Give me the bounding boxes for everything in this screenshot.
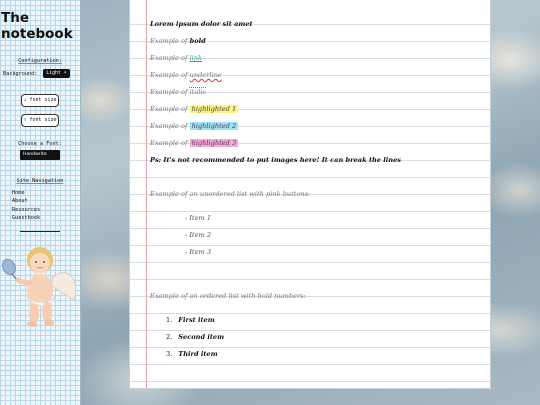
background-label: Background: — [3, 70, 38, 77]
list-number: 1. — [166, 316, 173, 324]
example-prefix: Example of — [150, 122, 188, 130]
unordered-list-heading: Example of an unordered list with pink b… — [150, 190, 311, 198]
ordered-list-item: 3. Third item — [166, 350, 218, 358]
example-bold-line: Example of bold — [150, 36, 206, 46]
notebook-margin-line — [146, 0, 147, 388]
notebook-page: Lorem ipsum dolor sit amet Example of bo… — [130, 0, 490, 388]
list-number: 2. — [166, 333, 173, 341]
nav-divider — [20, 231, 60, 232]
list-item: - Item 2 — [185, 231, 212, 239]
site-navigation-heading: Site Navigation — [16, 178, 64, 184]
example-prefix: Example of — [150, 139, 188, 147]
ordered-list-heading: Example of an ordered list with bold num… — [150, 292, 306, 300]
example-prefix: Example of — [150, 105, 188, 113]
underline-example: underline — [189, 71, 222, 79]
italic-example: italic — [189, 88, 207, 96]
nav-about-link[interactable]: About — [12, 197, 40, 205]
nav-home-link[interactable]: Home — [12, 189, 40, 197]
nav-guestbook-link[interactable]: Guestbook — [12, 214, 40, 222]
ordered-list-item: 2. Second item — [166, 333, 225, 341]
example-prefix: Example of — [150, 71, 188, 79]
background-toggle-button[interactable]: Light ☀ — [43, 69, 70, 78]
example-underline-line: Example of underline — [150, 70, 222, 80]
example-highlight2-line: Example of highlighted 2 — [150, 121, 239, 131]
ordered-list-item: 1. First item — [166, 316, 215, 324]
cherub-icon — [2, 247, 76, 327]
highlight-1-example: highlighted 1 — [189, 105, 239, 113]
list-item: - Item 1 — [185, 214, 212, 222]
example-prefix: Example of — [150, 88, 188, 96]
increase-font-button[interactable]: ↓ font size — [21, 94, 59, 107]
bold-example: bold — [189, 37, 206, 45]
site-title: The notebook — [1, 10, 73, 42]
example-highlight1-line: Example of highlighted 1 — [150, 104, 239, 114]
intro-text: Lorem ipsum dolor sit amet — [150, 20, 253, 28]
highlight-3-example: highlighted 3 — [189, 139, 239, 147]
choose-font-label: Choose a Font: — [18, 141, 62, 147]
configuration-heading: Configuration: — [18, 58, 62, 64]
example-italic-line: Example of italic — [150, 87, 206, 97]
site-navigation: Home About Resources Guestbook — [12, 189, 40, 222]
nav-resources-link[interactable]: Resources — [12, 206, 40, 214]
list-number: 3. — [166, 350, 173, 358]
font-select[interactable]: Handwrite — [20, 150, 60, 160]
sidebar: The notebook Configuration: Background: … — [0, 0, 81, 405]
images-note: Ps: It's not recommended to put images h… — [150, 156, 401, 164]
link-example[interactable]: link — [190, 54, 202, 62]
background-row: Background: Light ☀ — [3, 69, 70, 78]
highlight-2-example: highlighted 2 — [189, 122, 239, 130]
list-item: - Item 3 — [185, 248, 212, 256]
example-link-line: Example of link — [150, 53, 202, 63]
example-prefix: Example of — [150, 37, 188, 45]
decrease-font-button[interactable]: ↑ font size — [21, 114, 59, 127]
example-prefix: Example of — [150, 54, 188, 62]
example-highlight3-line: Example of highlighted 3 — [150, 138, 239, 148]
